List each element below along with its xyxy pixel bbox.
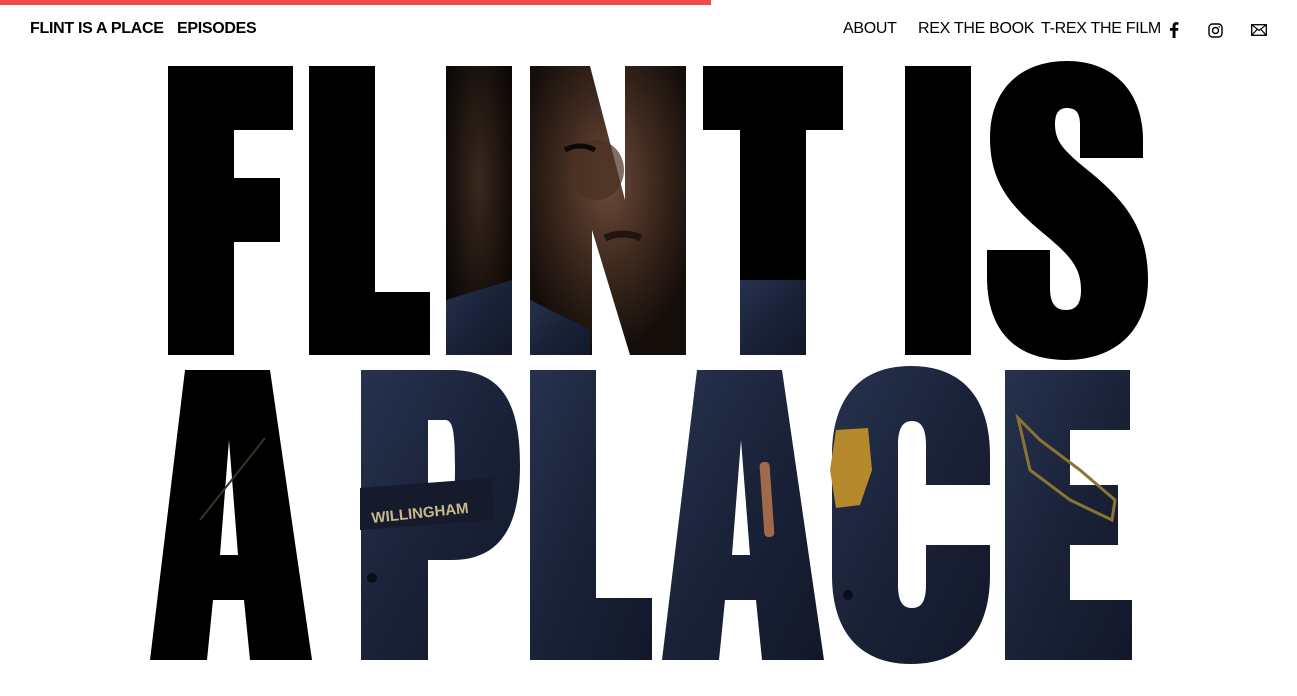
hero-title-graphic: WILLINGHAM xyxy=(150,61,1148,664)
hero-line-2-letters: WILLINGHAM xyxy=(150,366,1132,664)
hero-line-1-letters xyxy=(168,61,1148,360)
